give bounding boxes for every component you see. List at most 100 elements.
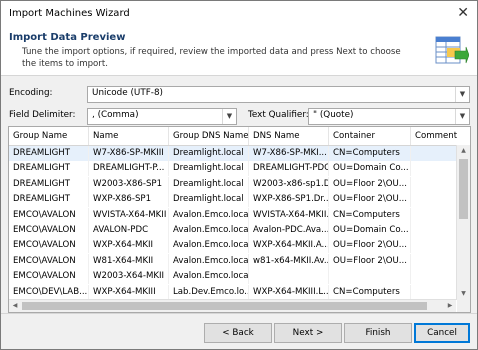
wizard-table-icon bbox=[435, 36, 469, 64]
scroll-down-icon[interactable]: ▼ bbox=[457, 288, 470, 300]
table-cell: Avalon.Emco.local bbox=[169, 207, 249, 223]
table-cell: W7-X86-SP-MKIII bbox=[89, 146, 169, 161]
preview-grid[interactable]: Group Name Name Group DNS Name DNS Name Cont… bbox=[8, 126, 471, 313]
table-cell: EMCO\AVALON bbox=[9, 223, 89, 238]
table-cell: EMCO\AVALON bbox=[9, 253, 89, 269]
table-cell: EMCO\AVALON bbox=[9, 269, 89, 285]
table-cell: Avalon.Emco.local bbox=[169, 238, 249, 254]
table-row[interactable]: EMCO\AVALON AVALON-PDC Avalon.Emco.local Av… bbox=[9, 223, 456, 238]
encoding-label: Encoding: bbox=[9, 88, 53, 98]
vertical-scroll-thumb[interactable] bbox=[459, 159, 468, 219]
column-header[interactable]: Group Name bbox=[9, 127, 89, 145]
column-header[interactable]: Group DNS Name bbox=[169, 127, 249, 145]
horizontal-scrollbar[interactable]: ◀ ▶ bbox=[9, 299, 456, 312]
table-cell: EMCO\AVALON bbox=[9, 238, 89, 254]
qualifier-label: Text Qualifier: bbox=[248, 110, 309, 120]
chevron-down-icon[interactable]: ▼ bbox=[455, 109, 469, 124]
window-title: Import Machines Wizard bbox=[9, 8, 130, 19]
delimiter-label: Field Delimiter: bbox=[9, 110, 76, 120]
table-cell: DREAMLIGHT-P... bbox=[89, 161, 169, 177]
cancel-button[interactable]: Cancel bbox=[414, 323, 470, 343]
table-cell: CN=Computers bbox=[329, 284, 411, 300]
table-cell: WXP-X64-MKIII bbox=[89, 284, 169, 300]
table-cell: WXP-X64-MKII bbox=[89, 238, 169, 254]
table-row[interactable]: DREAMLIGHT W7-X86-SP-MKIII Dreamlight.loca… bbox=[9, 146, 456, 161]
table-cell: Dreamlight.local bbox=[169, 176, 249, 192]
table-cell: WXP-X86-SP1.Dr... bbox=[249, 192, 329, 208]
scroll-right-icon[interactable]: ▶ bbox=[444, 300, 456, 312]
table-cell: CN=Computers bbox=[329, 146, 411, 161]
table-cell: W2003-X64-MKII bbox=[89, 269, 169, 285]
column-header[interactable]: Name bbox=[89, 127, 169, 145]
close-icon[interactable]: ✕ bbox=[457, 5, 469, 21]
qualifier-select[interactable]: " (Quote) ▼ bbox=[308, 108, 470, 125]
table-row[interactable]: DREAMLIGHT WXP-X86-SP1 Dreamlight.local WXP… bbox=[9, 192, 456, 208]
table-cell: Dreamlight.local bbox=[169, 146, 249, 161]
table-cell: Lab.Dev.Emco.lo... bbox=[169, 284, 249, 300]
wizard-header: Import Data Preview Tune the import opti… bbox=[1, 28, 477, 76]
back-button[interactable]: < Back bbox=[204, 323, 272, 343]
column-header[interactable]: DNS Name bbox=[249, 127, 329, 145]
table-cell: DREAMLIGHT bbox=[9, 161, 89, 177]
table-cell: Avalon-PDC.Ava... bbox=[249, 223, 329, 238]
table-cell: Avalon.Emco.local bbox=[169, 223, 249, 238]
table-cell: W7-X86-SP-MKI... bbox=[249, 146, 329, 161]
scroll-corner bbox=[457, 300, 470, 312]
table-cell: DREAMLIGHT bbox=[9, 192, 89, 208]
table-cell: W2003-X86-SP1 bbox=[89, 176, 169, 192]
table-row[interactable]: DREAMLIGHT DREAMLIGHT-P... Dreamlight.loca… bbox=[9, 161, 456, 177]
table-cell: OU=Floor 2\OU... bbox=[329, 192, 411, 208]
table-cell: WXP-X86-SP1 bbox=[89, 192, 169, 208]
table-cell: WVISTA-X64-MKII bbox=[89, 207, 169, 223]
delimiter-select[interactable]: , (Comma) ▼ bbox=[87, 108, 237, 125]
table-cell bbox=[329, 269, 411, 285]
table-row[interactable]: EMCO\AVALON WVISTA-X64-MKII Avalon.Emco.lo… bbox=[9, 207, 456, 223]
table-cell: W2003-x86-sp1.D... bbox=[249, 176, 329, 192]
table-cell: CN=Computers bbox=[329, 207, 411, 223]
column-header[interactable]: Comment bbox=[411, 127, 470, 145]
table-row[interactable]: EMCO\DEV\LAB... WXP-X64-MKIII Lab.Dev.Emco… bbox=[9, 284, 456, 300]
table-cell: EMCO\AVALON bbox=[9, 207, 89, 223]
delimiter-value: , (Comma) bbox=[92, 110, 139, 120]
table-cell: Dreamlight.local bbox=[169, 192, 249, 208]
grid-header: Group Name Name Group DNS Name DNS Name Cont… bbox=[9, 127, 470, 146]
encoding-value: Unicode (UTF-8) bbox=[92, 88, 163, 98]
column-header[interactable]: Container bbox=[329, 127, 411, 145]
vertical-scrollbar[interactable]: ▲ ▼ bbox=[456, 145, 470, 300]
wizard-footer: < Back Next > Finish Cancel bbox=[1, 313, 477, 350]
table-row[interactable]: DREAMLIGHT W2003-X86-SP1 Dreamlight.local W… bbox=[9, 176, 456, 192]
table-cell: DREAMLIGHT bbox=[9, 146, 89, 161]
table-cell: Dreamlight.local bbox=[169, 161, 249, 177]
table-cell: OU=Domain Co... bbox=[329, 223, 411, 238]
table-cell: OU=Domain Co... bbox=[329, 161, 411, 177]
table-row[interactable]: EMCO\AVALON W81-X64-MKII Avalon.Emco.local… bbox=[9, 253, 456, 269]
table-cell: Avalon.Emco.local bbox=[169, 269, 249, 285]
table-cell: OU=Floor 2\OU... bbox=[329, 253, 411, 269]
table-cell: W81-X64-MKII bbox=[89, 253, 169, 269]
table-cell: WVISTA-X64-MKII... bbox=[249, 207, 329, 223]
table-cell: Avalon.Emco.local bbox=[169, 253, 249, 269]
encoding-select[interactable]: Unicode (UTF-8) ▼ bbox=[87, 86, 470, 103]
scroll-up-icon[interactable]: ▲ bbox=[457, 145, 470, 157]
horizontal-scroll-thumb[interactable] bbox=[22, 302, 427, 310]
table-cell: OU=Floor 2\OU... bbox=[329, 238, 411, 254]
qualifier-value: " (Quote) bbox=[313, 110, 354, 120]
page-title: Import Data Preview bbox=[9, 32, 126, 43]
table-cell: EMCO\DEV\LAB... bbox=[9, 284, 89, 300]
table-row[interactable]: EMCO\AVALON W2003-X64-MKII Avalon.Emco.loc… bbox=[9, 269, 456, 285]
wizard-window: Import Machines Wizard ✕ Import Data Pre… bbox=[0, 0, 478, 350]
table-cell: AVALON-PDC bbox=[89, 223, 169, 238]
chevron-down-icon[interactable]: ▼ bbox=[222, 109, 236, 124]
table-cell: w81-x64-MKII.Av... bbox=[249, 253, 329, 269]
scroll-left-icon[interactable]: ◀ bbox=[9, 300, 21, 312]
finish-button[interactable]: Finish bbox=[344, 323, 412, 343]
table-cell: DREAMLIGHT bbox=[9, 176, 89, 192]
chevron-down-icon[interactable]: ▼ bbox=[455, 87, 469, 102]
table-cell: WXP-X64-MKIII.L... bbox=[249, 284, 329, 300]
table-cell: OU=Floor 2\OU... bbox=[329, 176, 411, 192]
table-cell: WXP-X64-MKII.A... bbox=[249, 238, 329, 254]
table-cell: DREAMLIGHT-PDC... bbox=[249, 161, 329, 177]
table-row[interactable]: EMCO\AVALON WXP-X64-MKII Avalon.Emco.local… bbox=[9, 238, 456, 254]
next-button[interactable]: Next > bbox=[274, 323, 342, 343]
table-cell bbox=[249, 269, 329, 285]
